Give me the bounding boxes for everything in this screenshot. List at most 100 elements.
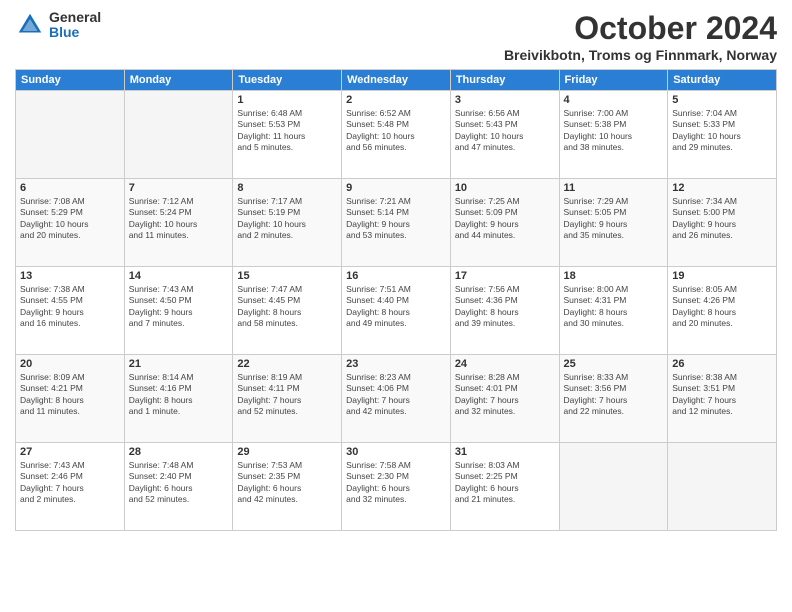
day-info: Sunrise: 7:58 AM Sunset: 2:30 PM Dayligh… [346, 460, 446, 506]
day-number: 28 [129, 446, 229, 458]
day-info: Sunrise: 7:34 AM Sunset: 5:00 PM Dayligh… [672, 196, 772, 242]
day-info: Sunrise: 8:09 AM Sunset: 4:21 PM Dayligh… [20, 372, 120, 418]
table-row: 27Sunrise: 7:43 AM Sunset: 2:46 PM Dayli… [16, 443, 125, 531]
title-block: October 2024 Breivikbotn, Troms og Finnm… [504, 10, 777, 63]
table-row: 22Sunrise: 8:19 AM Sunset: 4:11 PM Dayli… [233, 355, 342, 443]
logo: General Blue [15, 10, 101, 41]
day-number: 12 [672, 182, 772, 194]
day-info: Sunrise: 7:25 AM Sunset: 5:09 PM Dayligh… [455, 196, 555, 242]
table-row: 30 Sunrise: 7:58 AM Sunset: 2:30 PM Dayli… [342, 443, 451, 531]
table-row: 11 Sunrise: 7:29 AM Sunset: 5:05 PM Dayli… [559, 179, 668, 267]
day-info: Sunrise: 7:12 AM Sunset: 5:24 PM Dayligh… [129, 196, 229, 242]
day-number: 18 [564, 270, 664, 282]
day-number: 31 [455, 446, 555, 458]
table-row: 31 Sunrise: 8:03 AM Sunset: 2:25 PM Dayli… [450, 443, 559, 531]
table-row: 28Sunrise: 7:48 AM Sunset: 2:40 PM Dayli… [124, 443, 233, 531]
col-monday: Monday [124, 70, 233, 91]
table-row: 29 Sunrise: 7:53 AM Sunset: 2:35 PM Dayli… [233, 443, 342, 531]
table-row [668, 443, 777, 531]
day-info: Sunrise: 7:04 AM Sunset: 5:33 PM Dayligh… [672, 108, 772, 154]
calendar-week-row: 1Sunrise: 6:48 AM Sunset: 5:53 PM Daylig… [16, 91, 777, 179]
day-info: Sunrise: 7:17 AM Sunset: 5:19 PM Dayligh… [237, 196, 337, 242]
table-row: 18Sunrise: 8:00 AM Sunset: 4:31 PM Dayli… [559, 267, 668, 355]
location-title: Breivikbotn, Troms og Finnmark, Norway [504, 47, 777, 63]
logo-icon [15, 10, 45, 40]
day-number: 23 [346, 358, 446, 370]
table-row: 15 Sunrise: 7:47 AM Sunset: 4:45 PM Dayli… [233, 267, 342, 355]
calendar-week-row: 6 Sunrise: 7:08 AM Sunset: 5:29 PM Daylig… [16, 179, 777, 267]
calendar-week-row: 20 Sunrise: 8:09 AM Sunset: 4:21 PM Dayli… [16, 355, 777, 443]
day-number: 13 [20, 270, 120, 282]
day-info: Sunrise: 8:05 AM Sunset: 4:26 PM Dayligh… [672, 284, 772, 330]
table-row: 12 Sunrise: 7:34 AM Sunset: 5:00 PM Dayli… [668, 179, 777, 267]
table-row: 8Sunrise: 7:17 AM Sunset: 5:19 PM Daylig… [233, 179, 342, 267]
day-number: 17 [455, 270, 555, 282]
table-row: 2 Sunrise: 6:52 AM Sunset: 5:48 PM Daylig… [342, 91, 451, 179]
logo-text: General Blue [49, 10, 101, 41]
day-number: 29 [237, 446, 337, 458]
logo-blue: Blue [49, 25, 101, 40]
day-info: Sunrise: 7:43 AM Sunset: 4:50 PM Dayligh… [129, 284, 229, 330]
calendar-table: Sunday Monday Tuesday Wednesday Thursday… [15, 69, 777, 531]
col-sunday: Sunday [16, 70, 125, 91]
col-friday: Friday [559, 70, 668, 91]
day-number: 25 [564, 358, 664, 370]
day-number: 20 [20, 358, 120, 370]
table-row: 23 Sunrise: 8:23 AM Sunset: 4:06 PM Dayli… [342, 355, 451, 443]
day-number: 6 [20, 182, 120, 194]
day-info: Sunrise: 7:53 AM Sunset: 2:35 PM Dayligh… [237, 460, 337, 506]
col-saturday: Saturday [668, 70, 777, 91]
calendar-week-row: 13Sunrise: 7:38 AM Sunset: 4:55 PM Dayli… [16, 267, 777, 355]
table-row: 20 Sunrise: 8:09 AM Sunset: 4:21 PM Dayli… [16, 355, 125, 443]
table-row: 24 Sunrise: 8:28 AM Sunset: 4:01 PM Dayli… [450, 355, 559, 443]
day-info: Sunrise: 7:29 AM Sunset: 5:05 PM Dayligh… [564, 196, 664, 242]
table-row: 4 Sunrise: 7:00 AM Sunset: 5:38 PM Daylig… [559, 91, 668, 179]
day-number: 24 [455, 358, 555, 370]
day-info: Sunrise: 8:03 AM Sunset: 2:25 PM Dayligh… [455, 460, 555, 506]
day-info: Sunrise: 8:14 AM Sunset: 4:16 PM Dayligh… [129, 372, 229, 418]
table-row: 9 Sunrise: 7:21 AM Sunset: 5:14 PM Daylig… [342, 179, 451, 267]
table-row: 17Sunrise: 7:56 AM Sunset: 4:36 PM Dayli… [450, 267, 559, 355]
day-info: Sunrise: 7:00 AM Sunset: 5:38 PM Dayligh… [564, 108, 664, 154]
day-number: 2 [346, 94, 446, 106]
table-row: 3 Sunrise: 6:56 AM Sunset: 5:43 PM Daylig… [450, 91, 559, 179]
day-info: Sunrise: 7:08 AM Sunset: 5:29 PM Dayligh… [20, 196, 120, 242]
table-row: 16 Sunrise: 7:51 AM Sunset: 4:40 PM Dayli… [342, 267, 451, 355]
table-row: 25 Sunrise: 8:33 AM Sunset: 3:56 PM Dayli… [559, 355, 668, 443]
day-info: Sunrise: 7:21 AM Sunset: 5:14 PM Dayligh… [346, 196, 446, 242]
table-row: 5 Sunrise: 7:04 AM Sunset: 5:33 PM Daylig… [668, 91, 777, 179]
day-info: Sunrise: 8:23 AM Sunset: 4:06 PM Dayligh… [346, 372, 446, 418]
day-number: 26 [672, 358, 772, 370]
day-info: Sunrise: 6:52 AM Sunset: 5:48 PM Dayligh… [346, 108, 446, 154]
day-number: 5 [672, 94, 772, 106]
day-info: Sunrise: 8:28 AM Sunset: 4:01 PM Dayligh… [455, 372, 555, 418]
day-number: 4 [564, 94, 664, 106]
day-info: Sunrise: 7:47 AM Sunset: 4:45 PM Dayligh… [237, 284, 337, 330]
day-info: Sunrise: 8:33 AM Sunset: 3:56 PM Dayligh… [564, 372, 664, 418]
day-number: 14 [129, 270, 229, 282]
table-row: 6 Sunrise: 7:08 AM Sunset: 5:29 PM Daylig… [16, 179, 125, 267]
col-tuesday: Tuesday [233, 70, 342, 91]
day-number: 27 [20, 446, 120, 458]
day-info: Sunrise: 6:56 AM Sunset: 5:43 PM Dayligh… [455, 108, 555, 154]
day-info: Sunrise: 8:19 AM Sunset: 4:11 PM Dayligh… [237, 372, 337, 418]
calendar-week-row: 27Sunrise: 7:43 AM Sunset: 2:46 PM Dayli… [16, 443, 777, 531]
day-number: 15 [237, 270, 337, 282]
day-number: 11 [564, 182, 664, 194]
day-number: 21 [129, 358, 229, 370]
table-row: 7 Sunrise: 7:12 AM Sunset: 5:24 PM Daylig… [124, 179, 233, 267]
table-row [16, 91, 125, 179]
day-info: Sunrise: 6:48 AM Sunset: 5:53 PM Dayligh… [237, 108, 337, 154]
table-row: 10Sunrise: 7:25 AM Sunset: 5:09 PM Dayli… [450, 179, 559, 267]
day-info: Sunrise: 7:51 AM Sunset: 4:40 PM Dayligh… [346, 284, 446, 330]
day-number: 30 [346, 446, 446, 458]
table-row: 14 Sunrise: 7:43 AM Sunset: 4:50 PM Dayli… [124, 267, 233, 355]
day-number: 9 [346, 182, 446, 194]
calendar-header-row: Sunday Monday Tuesday Wednesday Thursday… [16, 70, 777, 91]
day-number: 16 [346, 270, 446, 282]
day-number: 3 [455, 94, 555, 106]
day-number: 7 [129, 182, 229, 194]
table-row: 21 Sunrise: 8:14 AM Sunset: 4:16 PM Dayli… [124, 355, 233, 443]
table-row: 1Sunrise: 6:48 AM Sunset: 5:53 PM Daylig… [233, 91, 342, 179]
month-title: October 2024 [504, 10, 777, 47]
